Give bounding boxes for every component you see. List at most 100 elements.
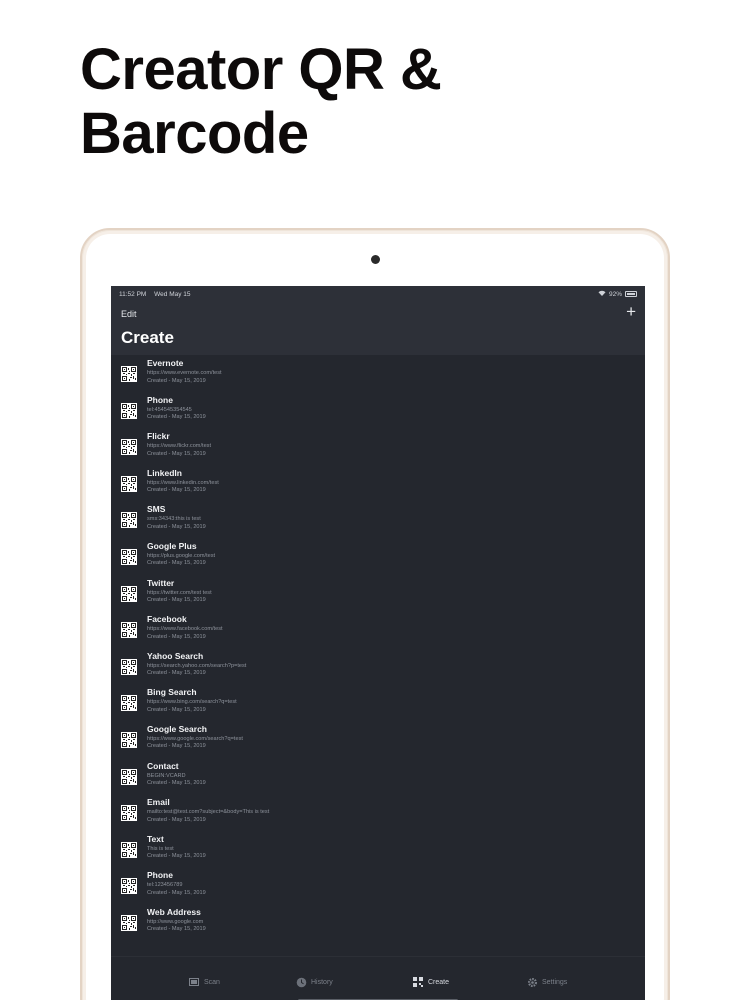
item-created-date: Created - May 15, 2019 xyxy=(147,487,206,494)
item-title: Bing Search xyxy=(147,687,197,698)
qr-code-icon xyxy=(121,731,137,748)
item-title: Text xyxy=(147,833,164,844)
item-created-date: Created - May 15, 2019 xyxy=(147,560,206,567)
list-item[interactable]: LinkedIn https://www.linkedin.com/test Cre… xyxy=(111,465,645,502)
tab-scan[interactable]: Scan xyxy=(189,977,220,987)
list-item[interactable]: Google Search https://www.google.com/sear… xyxy=(111,721,645,758)
item-content: mailto:test@test.com?subject=&body=This … xyxy=(147,809,270,816)
qr-code-icon xyxy=(121,914,137,931)
tab-settings[interactable]: Settings xyxy=(527,977,568,988)
item-title: Facebook xyxy=(147,614,187,625)
item-created-date: Created - May 15, 2019 xyxy=(147,523,206,530)
item-created-date: Created - May 15, 2019 xyxy=(147,926,206,933)
app-screen: 11:52 PM Wed May 15 92% Edit + Create Ev… xyxy=(111,286,645,1000)
item-created-date: Created - May 15, 2019 xyxy=(147,853,206,860)
item-title: Phone xyxy=(147,394,173,405)
ipad-frame: 11:52 PM Wed May 15 92% Edit + Create Ev… xyxy=(80,228,670,1000)
qr-code-icon xyxy=(121,695,137,712)
item-created-date: Created - May 15, 2019 xyxy=(147,377,206,384)
tab-create[interactable]: Create xyxy=(413,977,449,987)
item-title: Twitter xyxy=(147,577,175,588)
list-item[interactable]: Yahoo Search https://search.yahoo.com/sea… xyxy=(111,648,645,685)
list-item[interactable]: Flickr https://www.flickr.com/test Created… xyxy=(111,428,645,465)
list-item[interactable]: Email mailto:test@test.com?subject=&body=… xyxy=(111,794,645,831)
tab-scan-label: Scan xyxy=(204,978,220,986)
item-title: Yahoo Search xyxy=(147,650,204,661)
item-created-date: Created - May 15, 2019 xyxy=(147,889,206,896)
add-button[interactable]: + xyxy=(626,303,636,321)
qr-code-icon xyxy=(121,475,137,492)
item-created-date: Created - May 15, 2019 xyxy=(147,816,206,823)
qr-create-icon xyxy=(413,977,423,987)
create-list: Evernote https://www.evernote.com/test Cre… xyxy=(111,355,645,941)
item-created-date: Created - May 15, 2019 xyxy=(147,780,206,787)
edit-button[interactable]: Edit xyxy=(121,309,137,319)
item-content: http://www.google.com xyxy=(147,918,204,925)
list-item[interactable]: Evernote https://www.evernote.com/test Cre… xyxy=(111,355,645,392)
list-item[interactable]: Text This is test Created - May 15, 2019 xyxy=(111,831,645,868)
item-content: https://plus.google.com/test xyxy=(147,552,216,559)
list-item[interactable]: Web Address http://www.google.com Created … xyxy=(111,904,645,941)
item-created-date: Created - May 15, 2019 xyxy=(147,414,206,421)
item-content: https://www.bing.com/search?q=test xyxy=(147,699,237,706)
scan-icon xyxy=(189,977,199,987)
tab-settings-label: Settings xyxy=(542,978,568,986)
item-title: Evernote xyxy=(147,358,184,368)
status-bar: 11:52 PM Wed May 15 92% xyxy=(111,286,645,302)
item-content: https://www.flickr.com/test xyxy=(147,443,212,450)
item-content: https://www.facebook.com/test xyxy=(147,626,223,633)
status-time: 11:52 PM xyxy=(119,290,147,298)
list-item[interactable]: SMS sms:34343:this is test Created - May 1… xyxy=(111,501,645,538)
battery-icon xyxy=(625,291,637,297)
list-item[interactable]: Phone tel:123456789 Created - May 15, 2019 xyxy=(111,867,645,904)
item-content: BEGIN:VCARD xyxy=(147,772,186,779)
tab-create-label: Create xyxy=(428,978,450,986)
qr-code-icon xyxy=(121,585,137,602)
headline-line-2: Barcode xyxy=(80,101,309,166)
item-content: https://www.linkedin.com/test xyxy=(147,479,219,486)
tab-history[interactable]: History xyxy=(296,977,333,988)
item-content: https://search.yahoo.com/search?p=test xyxy=(147,662,247,669)
list-item[interactable]: Contact BEGIN:VCARD Created - May 15, 2019 xyxy=(111,758,645,795)
qr-code-icon xyxy=(121,548,137,565)
item-content: tel:123456789 xyxy=(147,882,183,889)
qr-code-icon xyxy=(121,512,137,529)
list-item[interactable]: Facebook https://www.facebook.com/test Cre… xyxy=(111,611,645,648)
item-content: https://twitter.com/test test xyxy=(147,589,212,596)
list-item[interactable]: Twitter https://twitter.com/test test Crea… xyxy=(111,575,645,612)
gear-icon xyxy=(527,977,538,988)
item-created-date: Created - May 15, 2019 xyxy=(147,450,206,457)
headline: Creator QR & Barcode xyxy=(80,38,700,166)
item-content: https://www.evernote.com/test xyxy=(147,370,222,376)
qr-code-icon xyxy=(121,841,137,858)
item-title: Email xyxy=(147,797,170,808)
item-content: tel:454545354545 xyxy=(147,406,192,413)
item-content: https://www.google.com/search?q=test xyxy=(147,735,243,742)
qr-code-icon xyxy=(121,622,137,639)
item-title: SMS xyxy=(147,504,166,515)
list-item[interactable]: Google Plus https://plus.google.com/test C… xyxy=(111,538,645,575)
item-title: Flickr xyxy=(147,431,170,442)
item-content: This is test xyxy=(147,845,174,852)
qr-code-icon xyxy=(121,658,137,675)
item-title: Contact xyxy=(147,760,179,771)
tab-history-label: History xyxy=(311,978,333,986)
item-created-date: Created - May 15, 2019 xyxy=(147,597,206,604)
headline-line-1: Creator QR & xyxy=(80,37,442,102)
camera-icon xyxy=(371,255,380,264)
navigation-bar: Edit + Create xyxy=(111,302,645,355)
list-item[interactable]: Phone tel:454545354545 Created - May 15, 2… xyxy=(111,392,645,429)
qr-code-icon xyxy=(121,366,137,382)
battery-percent: 92% xyxy=(608,290,622,298)
qr-code-icon xyxy=(121,402,137,419)
history-icon xyxy=(296,977,307,988)
qr-code-icon xyxy=(121,439,137,456)
qr-code-icon xyxy=(121,805,137,822)
item-title: Google Search xyxy=(147,723,207,734)
item-created-date: Created - May 15, 2019 xyxy=(147,670,206,677)
qr-code-icon xyxy=(121,768,137,785)
list-item[interactable]: Bing Search https://www.bing.com/search?q… xyxy=(111,684,645,721)
item-title: Web Address xyxy=(147,906,201,917)
item-title: Phone xyxy=(147,870,173,881)
item-created-date: Created - May 15, 2019 xyxy=(147,633,206,640)
